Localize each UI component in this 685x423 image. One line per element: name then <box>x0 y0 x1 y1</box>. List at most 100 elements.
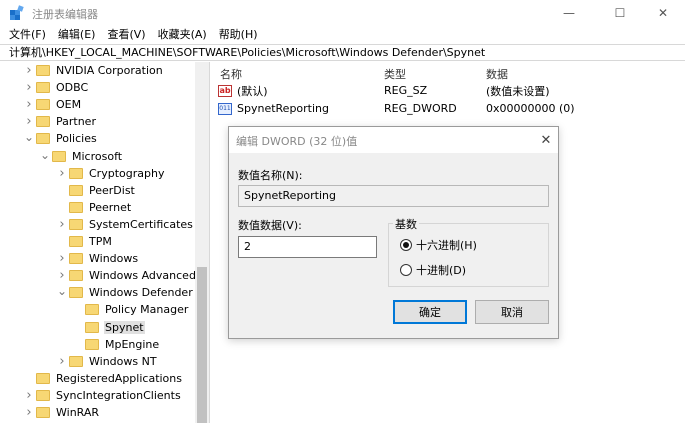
registry-tree: › NVIDIA Corporation › ODBC › OEM › Partner ⌄ Pol… <box>0 62 210 423</box>
radio-hexadecimal[interactable]: 十六进制(H) <box>400 237 477 253</box>
folder-icon <box>85 321 99 333</box>
window-title: 注册表编辑器 <box>32 8 98 21</box>
maximize-button[interactable]: ☐ <box>597 0 643 26</box>
value-name-label: 数值名称(N): <box>238 169 303 182</box>
tree-node-label: RegisteredApplications <box>56 371 182 385</box>
close-icon: ✕ <box>540 132 552 148</box>
menu-view[interactable]: 查看(V) <box>101 26 151 43</box>
tree-node-label: Policies <box>56 132 97 146</box>
tree-scrollbar-thumb[interactable] <box>197 267 207 423</box>
folder-icon <box>36 99 50 111</box>
tree-node[interactable]: ⌄ Policies <box>22 130 98 147</box>
tree-node[interactable]: ⌄ Microsoft <box>38 148 123 165</box>
menu-help[interactable]: 帮助(H) <box>213 26 264 43</box>
chevron-right-icon[interactable]: › <box>22 113 36 130</box>
tree-node[interactable]: › NVIDIA Corporation <box>22 62 164 79</box>
tree-scrollbar[interactable] <box>195 62 209 423</box>
folder-icon <box>69 218 83 230</box>
tree-node[interactable]: › Windows NT <box>55 353 158 370</box>
tree-node[interactable]: Peernet <box>55 199 132 216</box>
tree-node[interactable]: › Windows Advanced Th <box>55 267 210 284</box>
minimize-button[interactable]: — <box>546 0 592 26</box>
dialog-close-button[interactable]: ✕ <box>537 131 555 149</box>
chevron-right-icon[interactable]: › <box>55 353 69 370</box>
tree-node-label: SyncIntegrationClients <box>56 388 181 402</box>
tree-node[interactable]: ⌄ Windows Defender <box>55 284 194 301</box>
address-bar[interactable]: 计算机\HKEY_LOCAL_MACHINE\SOFTWARE\Policies… <box>0 44 685 61</box>
tree-node[interactable]: › Partner <box>22 113 97 130</box>
chevron-right-icon[interactable]: › <box>22 62 36 79</box>
chevron-right-icon[interactable]: › <box>22 79 36 96</box>
tree-node[interactable]: PeerDist <box>55 182 136 199</box>
tree-node-label: PeerDist <box>89 183 135 197</box>
tree-node[interactable]: MpEngine <box>71 336 160 353</box>
chevron-right-icon[interactable]: › <box>55 216 69 233</box>
list-item[interactable]: 011 SpynetReporting REG_DWORD 0x00000000… <box>218 100 678 117</box>
folder-icon <box>36 389 50 401</box>
tree-node-label: Windows <box>89 252 139 266</box>
tree-node[interactable]: › SystemCertificates <box>55 216 194 233</box>
tree-node[interactable]: Spynet <box>71 319 145 336</box>
radio-dec-indicator[interactable] <box>400 264 412 276</box>
column-header-type[interactable]: 类型 <box>384 66 406 82</box>
chevron-down-icon[interactable]: ⌄ <box>55 284 69 301</box>
close-button[interactable]: ✕ <box>640 0 685 26</box>
tree-node[interactable]: RegisteredApplications <box>22 370 183 387</box>
tree-node[interactable]: › SyncIntegrationClients <box>22 387 182 404</box>
value-data-input[interactable]: 2 <box>238 236 377 258</box>
folder-icon <box>69 201 83 213</box>
string-value-icon: ab <box>218 84 232 97</box>
value-name-field[interactable]: SpynetReporting <box>238 185 549 207</box>
list-item[interactable]: ab (默认) REG_SZ (数值未设置) <box>218 82 678 99</box>
folder-icon <box>69 184 83 196</box>
value-name: (默认) <box>237 84 268 98</box>
base-group-title: 基数 <box>393 216 419 232</box>
folder-icon <box>52 150 66 162</box>
folder-icon <box>36 82 50 94</box>
tree-node[interactable]: › Windows <box>55 250 139 267</box>
tree-node-label: SystemCertificates <box>89 217 193 231</box>
chevron-right-icon[interactable]: › <box>22 387 36 404</box>
chevron-down-icon[interactable]: ⌄ <box>22 130 36 147</box>
column-header-name[interactable]: 名称 <box>220 66 242 82</box>
tree-node-label: ODBC <box>56 81 89 95</box>
folder-icon <box>69 287 83 299</box>
tree-node[interactable]: › WinRAR <box>22 404 100 421</box>
chevron-right-icon[interactable]: › <box>55 267 69 284</box>
radio-decimal[interactable]: 十进制(D) <box>400 262 466 278</box>
tree-node-label: OEM <box>56 98 82 112</box>
menu-edit[interactable]: 编辑(E) <box>52 26 102 43</box>
cancel-button[interactable]: 取消 <box>475 300 549 324</box>
tree-node[interactable]: › OEM <box>22 96 82 113</box>
tree-node[interactable]: TPM <box>55 233 113 250</box>
radio-dec-label: 十进制(D) <box>416 264 467 277</box>
folder-icon <box>69 253 83 265</box>
chevron-right-icon[interactable]: › <box>22 96 36 113</box>
folder-icon <box>69 270 83 282</box>
radio-hex-indicator[interactable] <box>400 239 412 251</box>
menu-file[interactable]: 文件(F) <box>0 26 52 43</box>
tree-node[interactable]: Policy Manager <box>71 301 189 318</box>
tree-node-label: Cryptography <box>89 166 165 180</box>
ok-button[interactable]: 确定 <box>393 300 467 324</box>
minimize-icon: — <box>563 6 575 20</box>
column-header-data[interactable]: 数据 <box>486 66 508 82</box>
value-data: 0x00000000 (0) <box>486 102 575 115</box>
folder-icon <box>85 304 99 316</box>
close-icon: ✕ <box>657 6 669 20</box>
chevron-right-icon[interactable]: › <box>22 404 36 421</box>
menu-favorites[interactable]: 收藏夹(A) <box>152 26 213 43</box>
chevron-right-icon[interactable]: › <box>55 250 69 267</box>
tree-node[interactable]: › ODBC <box>22 79 89 96</box>
folder-icon <box>36 372 50 384</box>
edit-dword-dialog: 编辑 DWORD (32 位)值 ✕ 数值名称(N): SpynetReport… <box>228 126 559 339</box>
chevron-right-icon[interactable]: › <box>55 165 69 182</box>
tree-node[interactable]: › Cryptography <box>55 165 165 182</box>
chevron-down-icon[interactable]: ⌄ <box>38 148 52 165</box>
tree-node-label: Windows Advanced Th <box>89 269 210 283</box>
